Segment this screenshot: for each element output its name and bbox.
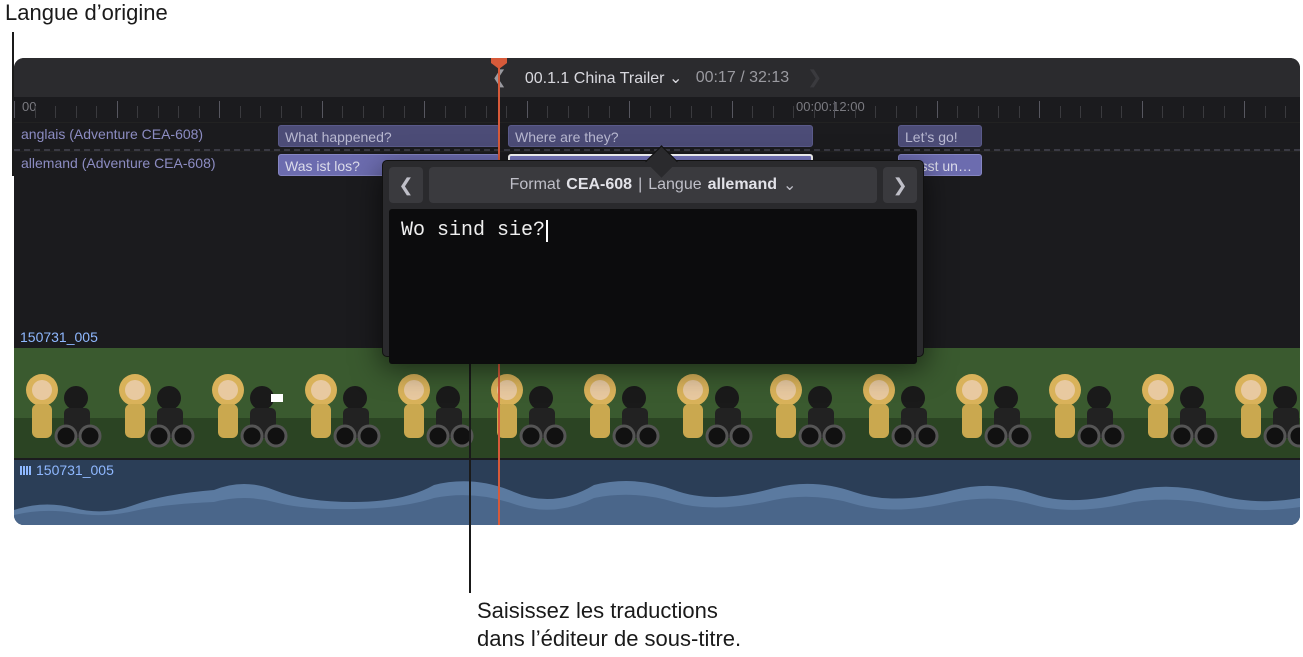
editor-format-dropdown[interactable]: Format CEA-608 | Langue allemand ⌄ [429, 167, 877, 203]
timeline-titlebar: ❮ 00.1.1 China Trailer ⌄ 00:17 / 32:13 ❯ [14, 58, 1300, 97]
caption-clip[interactable]: Where are they? [508, 125, 813, 147]
format-separator: | [638, 176, 642, 194]
audio-track[interactable]: 150731_005 [14, 460, 1300, 525]
timecode-total: 32:13 [749, 69, 789, 87]
selection-marker [271, 394, 283, 402]
caption-row-label: allemand (Adventure CEA-608) [21, 155, 216, 171]
language-value: allemand [708, 176, 777, 194]
callout-leader-bottom [469, 343, 471, 593]
caption-clip[interactable]: What happened? [278, 125, 500, 147]
caption-text-input[interactable]: Wo sind sie? [389, 209, 917, 364]
video-track[interactable] [14, 348, 1300, 458]
caption-text-value: Wo sind sie? [401, 219, 545, 242]
caption-row-source: anglais (Adventure CEA-608) What happene… [14, 122, 1300, 149]
callout-label-bottom: Saisissez les traductions dans l’éditeur… [477, 597, 741, 653]
time-ruler[interactable]: 00 00:00:12:00 [14, 97, 1300, 122]
chevron-down-icon: ⌄ [669, 70, 682, 87]
audio-waveform [14, 460, 1300, 525]
project-title-dropdown[interactable]: 00.1.1 China Trailer ⌄ [525, 68, 683, 88]
caption-editor-popover: ❮ Format CEA-608 | Langue allemand ⌄ ❯ W… [382, 160, 924, 357]
video-clip-name: 150731_005 [20, 329, 98, 345]
editor-next-button[interactable]: ❯ [883, 167, 917, 203]
editor-prev-button[interactable]: ❮ [389, 167, 423, 203]
timecode-separator: / [740, 69, 744, 87]
project-name: 00.1.1 China Trailer [525, 70, 665, 87]
language-label: Langue [648, 176, 701, 194]
chevron-down-icon: ⌄ [783, 175, 796, 195]
text-cursor [546, 220, 548, 242]
format-label: Format [510, 176, 561, 194]
timecode-current: 00:17 [696, 69, 736, 87]
caption-clip[interactable]: Let’s go! [898, 125, 982, 147]
history-forward-button[interactable]: ❯ [789, 67, 840, 88]
format-value: CEA-608 [566, 176, 632, 194]
ruler-ticks [14, 97, 1300, 122]
caption-row-label: anglais (Adventure CEA-608) [21, 126, 203, 142]
callout-label-top: Langue d’origine [5, 0, 168, 26]
audio-clip-name: 150731_005 [20, 462, 114, 478]
